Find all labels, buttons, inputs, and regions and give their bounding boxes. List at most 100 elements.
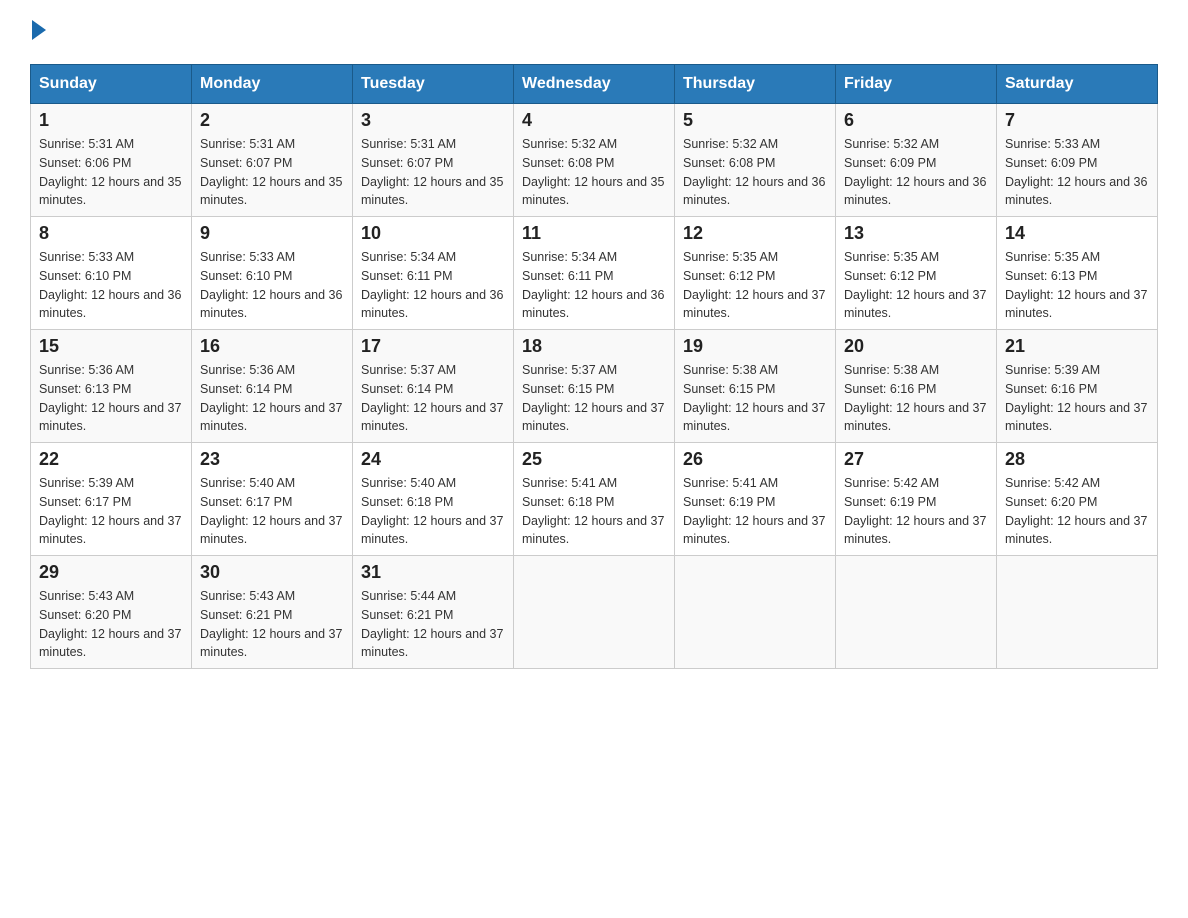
day-number: 13 [844,223,988,244]
day-info: Sunrise: 5:40 AM Sunset: 6:18 PM Dayligh… [361,474,505,549]
day-info: Sunrise: 5:33 AM Sunset: 6:09 PM Dayligh… [1005,135,1149,210]
day-number: 9 [200,223,344,244]
day-info: Sunrise: 5:35 AM Sunset: 6:12 PM Dayligh… [683,248,827,323]
calendar-day-cell: 11 Sunrise: 5:34 AM Sunset: 6:11 PM Dayl… [514,217,675,330]
day-info: Sunrise: 5:35 AM Sunset: 6:12 PM Dayligh… [844,248,988,323]
calendar-day-cell: 18 Sunrise: 5:37 AM Sunset: 6:15 PM Dayl… [514,330,675,443]
calendar-day-cell: 12 Sunrise: 5:35 AM Sunset: 6:12 PM Dayl… [675,217,836,330]
day-info: Sunrise: 5:31 AM Sunset: 6:06 PM Dayligh… [39,135,183,210]
calendar-day-cell: 25 Sunrise: 5:41 AM Sunset: 6:18 PM Dayl… [514,443,675,556]
day-number: 30 [200,562,344,583]
day-of-week-header: Friday [836,65,997,104]
day-number: 6 [844,110,988,131]
calendar-day-cell: 9 Sunrise: 5:33 AM Sunset: 6:10 PM Dayli… [192,217,353,330]
day-number: 3 [361,110,505,131]
calendar-day-cell: 21 Sunrise: 5:39 AM Sunset: 6:16 PM Dayl… [997,330,1158,443]
day-info: Sunrise: 5:34 AM Sunset: 6:11 PM Dayligh… [522,248,666,323]
day-info: Sunrise: 5:34 AM Sunset: 6:11 PM Dayligh… [361,248,505,323]
day-number: 2 [200,110,344,131]
calendar-day-cell: 27 Sunrise: 5:42 AM Sunset: 6:19 PM Dayl… [836,443,997,556]
day-number: 18 [522,336,666,357]
day-info: Sunrise: 5:42 AM Sunset: 6:19 PM Dayligh… [844,474,988,549]
day-info: Sunrise: 5:38 AM Sunset: 6:15 PM Dayligh… [683,361,827,436]
day-number: 20 [844,336,988,357]
day-number: 16 [200,336,344,357]
day-number: 14 [1005,223,1149,244]
day-info: Sunrise: 5:37 AM Sunset: 6:14 PM Dayligh… [361,361,505,436]
day-number: 24 [361,449,505,470]
calendar-day-cell [514,556,675,669]
day-number: 19 [683,336,827,357]
day-number: 7 [1005,110,1149,131]
day-number: 17 [361,336,505,357]
day-info: Sunrise: 5:41 AM Sunset: 6:18 PM Dayligh… [522,474,666,549]
calendar-day-cell [836,556,997,669]
day-info: Sunrise: 5:38 AM Sunset: 6:16 PM Dayligh… [844,361,988,436]
day-number: 29 [39,562,183,583]
day-info: Sunrise: 5:33 AM Sunset: 6:10 PM Dayligh… [39,248,183,323]
calendar-day-cell: 16 Sunrise: 5:36 AM Sunset: 6:14 PM Dayl… [192,330,353,443]
day-number: 22 [39,449,183,470]
calendar-day-cell: 1 Sunrise: 5:31 AM Sunset: 6:06 PM Dayli… [31,104,192,217]
day-info: Sunrise: 5:44 AM Sunset: 6:21 PM Dayligh… [361,587,505,662]
calendar-day-cell: 5 Sunrise: 5:32 AM Sunset: 6:08 PM Dayli… [675,104,836,217]
day-number: 23 [200,449,344,470]
calendar-day-cell: 13 Sunrise: 5:35 AM Sunset: 6:12 PM Dayl… [836,217,997,330]
day-info: Sunrise: 5:36 AM Sunset: 6:14 PM Dayligh… [200,361,344,436]
day-number: 27 [844,449,988,470]
day-info: Sunrise: 5:39 AM Sunset: 6:17 PM Dayligh… [39,474,183,549]
calendar-day-cell [675,556,836,669]
day-number: 11 [522,223,666,244]
calendar-day-cell: 23 Sunrise: 5:40 AM Sunset: 6:17 PM Dayl… [192,443,353,556]
logo-triangle-icon [32,20,46,40]
day-of-week-header: Wednesday [514,65,675,104]
day-number: 28 [1005,449,1149,470]
calendar-day-cell: 2 Sunrise: 5:31 AM Sunset: 6:07 PM Dayli… [192,104,353,217]
day-info: Sunrise: 5:32 AM Sunset: 6:08 PM Dayligh… [522,135,666,210]
calendar-week-row: 29 Sunrise: 5:43 AM Sunset: 6:20 PM Dayl… [31,556,1158,669]
calendar-day-cell: 15 Sunrise: 5:36 AM Sunset: 6:13 PM Dayl… [31,330,192,443]
calendar-day-cell: 8 Sunrise: 5:33 AM Sunset: 6:10 PM Dayli… [31,217,192,330]
day-number: 4 [522,110,666,131]
calendar-day-cell: 3 Sunrise: 5:31 AM Sunset: 6:07 PM Dayli… [353,104,514,217]
calendar-day-cell: 28 Sunrise: 5:42 AM Sunset: 6:20 PM Dayl… [997,443,1158,556]
logo [30,20,46,44]
calendar-week-row: 15 Sunrise: 5:36 AM Sunset: 6:13 PM Dayl… [31,330,1158,443]
day-of-week-header: Saturday [997,65,1158,104]
day-info: Sunrise: 5:36 AM Sunset: 6:13 PM Dayligh… [39,361,183,436]
page-header [30,20,1158,44]
day-of-week-header: Thursday [675,65,836,104]
calendar-day-cell: 6 Sunrise: 5:32 AM Sunset: 6:09 PM Dayli… [836,104,997,217]
day-number: 31 [361,562,505,583]
calendar-week-row: 8 Sunrise: 5:33 AM Sunset: 6:10 PM Dayli… [31,217,1158,330]
day-info: Sunrise: 5:31 AM Sunset: 6:07 PM Dayligh… [361,135,505,210]
day-of-week-header: Monday [192,65,353,104]
day-info: Sunrise: 5:33 AM Sunset: 6:10 PM Dayligh… [200,248,344,323]
day-info: Sunrise: 5:37 AM Sunset: 6:15 PM Dayligh… [522,361,666,436]
calendar-day-cell: 19 Sunrise: 5:38 AM Sunset: 6:15 PM Dayl… [675,330,836,443]
day-number: 25 [522,449,666,470]
day-number: 12 [683,223,827,244]
day-info: Sunrise: 5:43 AM Sunset: 6:20 PM Dayligh… [39,587,183,662]
calendar-day-cell: 14 Sunrise: 5:35 AM Sunset: 6:13 PM Dayl… [997,217,1158,330]
calendar-table: SundayMondayTuesdayWednesdayThursdayFrid… [30,64,1158,669]
day-info: Sunrise: 5:42 AM Sunset: 6:20 PM Dayligh… [1005,474,1149,549]
calendar-day-cell: 10 Sunrise: 5:34 AM Sunset: 6:11 PM Dayl… [353,217,514,330]
calendar-day-cell: 20 Sunrise: 5:38 AM Sunset: 6:16 PM Dayl… [836,330,997,443]
calendar-day-cell: 31 Sunrise: 5:44 AM Sunset: 6:21 PM Dayl… [353,556,514,669]
day-info: Sunrise: 5:32 AM Sunset: 6:08 PM Dayligh… [683,135,827,210]
calendar-day-cell: 24 Sunrise: 5:40 AM Sunset: 6:18 PM Dayl… [353,443,514,556]
day-info: Sunrise: 5:40 AM Sunset: 6:17 PM Dayligh… [200,474,344,549]
day-info: Sunrise: 5:41 AM Sunset: 6:19 PM Dayligh… [683,474,827,549]
calendar-day-cell: 22 Sunrise: 5:39 AM Sunset: 6:17 PM Dayl… [31,443,192,556]
calendar-week-row: 22 Sunrise: 5:39 AM Sunset: 6:17 PM Dayl… [31,443,1158,556]
day-info: Sunrise: 5:39 AM Sunset: 6:16 PM Dayligh… [1005,361,1149,436]
day-info: Sunrise: 5:32 AM Sunset: 6:09 PM Dayligh… [844,135,988,210]
calendar-week-row: 1 Sunrise: 5:31 AM Sunset: 6:06 PM Dayli… [31,104,1158,217]
calendar-day-cell: 29 Sunrise: 5:43 AM Sunset: 6:20 PM Dayl… [31,556,192,669]
day-info: Sunrise: 5:31 AM Sunset: 6:07 PM Dayligh… [200,135,344,210]
day-number: 26 [683,449,827,470]
calendar-day-cell: 4 Sunrise: 5:32 AM Sunset: 6:08 PM Dayli… [514,104,675,217]
calendar-day-cell: 7 Sunrise: 5:33 AM Sunset: 6:09 PM Dayli… [997,104,1158,217]
calendar-header-row: SundayMondayTuesdayWednesdayThursdayFrid… [31,65,1158,104]
